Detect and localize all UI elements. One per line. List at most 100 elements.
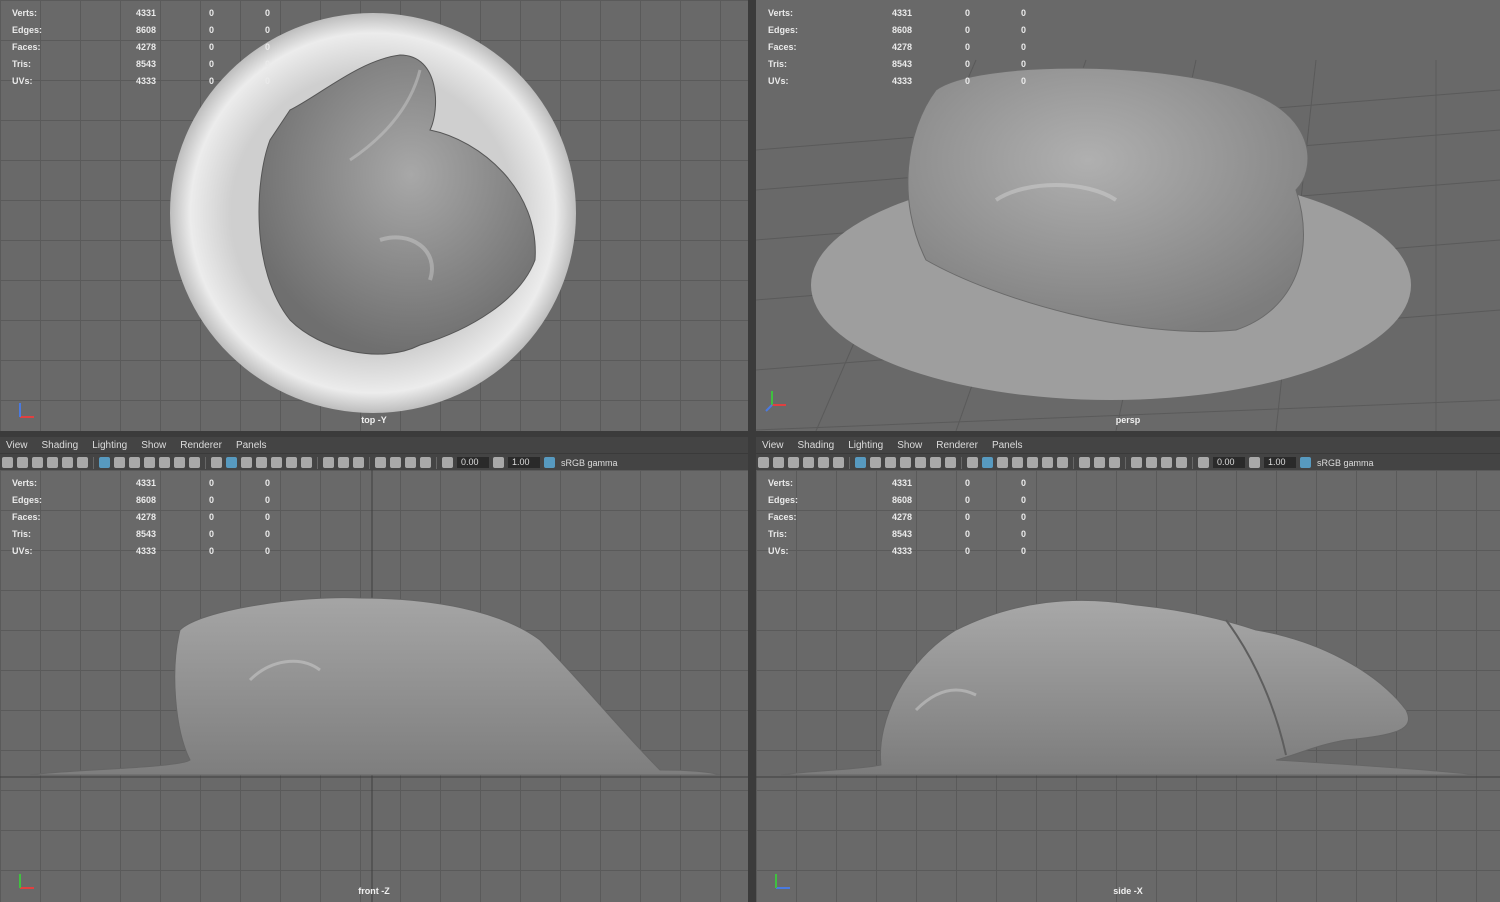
menu-lighting[interactable]: Lighting (92, 440, 127, 451)
hud-row-uvs: UVs: 4333 0 0 (768, 72, 1026, 89)
ambient-occlusion-icon[interactable] (323, 457, 334, 468)
wireframe-icon[interactable] (211, 457, 222, 468)
lights-icon[interactable] (1042, 457, 1053, 468)
hud-value: 0 (1020, 7, 1026, 18)
colorspace-label[interactable]: sRGB gamma (561, 458, 618, 468)
color-management-icon[interactable] (544, 457, 555, 468)
menu-shading[interactable]: Shading (42, 440, 79, 451)
film-gate-icon[interactable] (114, 457, 125, 468)
panel-splitter-horizontal[interactable] (0, 431, 1500, 437)
bookmark-icon[interactable] (803, 457, 814, 468)
textured-icon[interactable] (271, 457, 282, 468)
film-gate-icon[interactable] (870, 457, 881, 468)
wireframe-icon[interactable] (967, 457, 978, 468)
camera-icon[interactable] (2, 457, 13, 468)
resolution-gate-icon[interactable] (885, 457, 896, 468)
menu-panels[interactable]: Panels (992, 440, 1023, 451)
hud-row-faces: Faces: 4278 0 0 (768, 38, 1026, 55)
default-material-icon[interactable] (241, 457, 252, 468)
grease-pencil-icon[interactable] (833, 457, 844, 468)
motion-blur-icon[interactable] (338, 457, 349, 468)
shadows-icon[interactable] (301, 457, 312, 468)
xray-joints-icon[interactable] (1161, 457, 1172, 468)
viewport-persp[interactable]: Verts: 4331 0 0 Edges: 8608 0 0 Faces: 4278 0 0 T… (756, 0, 1500, 431)
backface-culling-icon[interactable] (420, 457, 431, 468)
camera-icon[interactable] (758, 457, 769, 468)
camera-lock-icon[interactable] (773, 457, 784, 468)
gate-mask-icon[interactable] (900, 457, 911, 468)
menu-show[interactable]: Show (897, 440, 922, 451)
hud-label: Edges: (12, 24, 43, 35)
menu-show[interactable]: Show (141, 440, 166, 451)
gamma-icon[interactable] (493, 457, 504, 468)
hud-label: Tris: (768, 58, 788, 69)
hud-row-edges: Edges: 8608 0 0 (12, 491, 270, 508)
smooth-shade-icon[interactable] (226, 457, 237, 468)
safe-action-icon[interactable] (930, 457, 941, 468)
color-management-icon[interactable] (1300, 457, 1311, 468)
camera-attrs-icon[interactable] (788, 457, 799, 468)
antialiasing-icon[interactable] (353, 457, 364, 468)
motion-blur-icon[interactable] (1094, 457, 1105, 468)
hud-row-edges: Edges: 8608 0 0 (768, 21, 1026, 38)
menu-panels[interactable]: Panels (236, 440, 267, 451)
menu-view[interactable]: View (762, 440, 784, 451)
image-plane-icon[interactable] (62, 457, 73, 468)
field-chart-icon[interactable] (915, 457, 926, 468)
lights-icon[interactable] (286, 457, 297, 468)
grease-pencil-icon[interactable] (77, 457, 88, 468)
bookmark-icon[interactable] (47, 457, 58, 468)
viewport-top[interactable]: Verts: 4331 0 0 Edges: 8608 0 0 Faces: 4278 0 0 T… (0, 0, 748, 431)
viewport-front[interactable]: Verts: 4331 0 0 Edges: 8608 0 0 Faces: 4278 0 0 T… (0, 470, 748, 902)
hud-row-tris: Tris: 8543 0 0 (12, 525, 270, 542)
xray-joints-icon[interactable] (405, 457, 416, 468)
default-material-icon[interactable] (997, 457, 1008, 468)
gamma-field[interactable]: 1.00 (508, 457, 540, 468)
exposure-icon[interactable] (1198, 457, 1209, 468)
isolate-select-icon[interactable] (1131, 457, 1142, 468)
wireframe-on-shaded-icon[interactable] (1012, 457, 1023, 468)
textured-icon[interactable] (1027, 457, 1038, 468)
camera-label: front -Z (358, 886, 390, 896)
isolate-select-icon[interactable] (375, 457, 386, 468)
gamma-icon[interactable] (1249, 457, 1260, 468)
backface-culling-icon[interactable] (1176, 457, 1187, 468)
safe-title-icon[interactable] (945, 457, 956, 468)
gamma-field[interactable]: 1.00 (1264, 457, 1296, 468)
exposure-field[interactable]: 0.00 (1213, 457, 1245, 468)
menu-renderer[interactable]: Renderer (936, 440, 978, 451)
separator (849, 456, 850, 469)
menu-shading[interactable]: Shading (798, 440, 835, 451)
menu-lighting[interactable]: Lighting (848, 440, 883, 451)
antialiasing-icon[interactable] (1109, 457, 1120, 468)
hud-value: 0 (264, 41, 270, 52)
hud-row-tris: Tris: 8543 0 0 (768, 525, 1026, 542)
resolution-gate-icon[interactable] (129, 457, 140, 468)
hud-value: 4333 (135, 75, 156, 86)
colorspace-label[interactable]: sRGB gamma (1317, 458, 1374, 468)
exposure-field[interactable]: 0.00 (457, 457, 489, 468)
viewport-side[interactable]: Verts: 4331 0 0 Edges: 8608 0 0 Faces: 4278 0 0 T… (756, 470, 1500, 902)
gate-mask-icon[interactable] (144, 457, 155, 468)
camera-attrs-icon[interactable] (32, 457, 43, 468)
xray-icon[interactable] (1146, 457, 1157, 468)
panel-toolbar-right: 0.00 1.00 sRGB gamma (756, 453, 1500, 471)
grid-icon[interactable] (855, 457, 866, 468)
hud-value: 4331 (135, 7, 156, 18)
xray-icon[interactable] (390, 457, 401, 468)
wireframe-on-shaded-icon[interactable] (256, 457, 267, 468)
safe-action-icon[interactable] (174, 457, 185, 468)
menu-renderer[interactable]: Renderer (180, 440, 222, 451)
safe-title-icon[interactable] (189, 457, 200, 468)
grid-icon[interactable] (99, 457, 110, 468)
exposure-icon[interactable] (442, 457, 453, 468)
camera-lock-icon[interactable] (17, 457, 28, 468)
panel-splitter-vertical[interactable] (748, 0, 756, 902)
image-plane-icon[interactable] (818, 457, 829, 468)
smooth-shade-icon[interactable] (982, 457, 993, 468)
hud-label: Verts: (12, 477, 38, 488)
field-chart-icon[interactable] (159, 457, 170, 468)
menu-view[interactable]: View (6, 440, 28, 451)
shadows-icon[interactable] (1057, 457, 1068, 468)
ambient-occlusion-icon[interactable] (1079, 457, 1090, 468)
